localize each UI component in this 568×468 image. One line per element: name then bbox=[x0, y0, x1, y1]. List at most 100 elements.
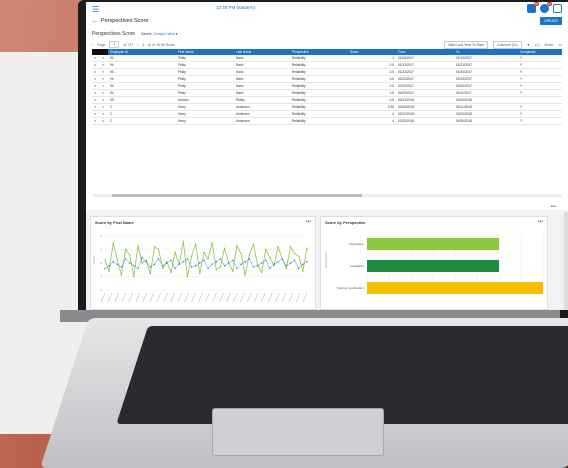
data-point bbox=[203, 259, 205, 261]
data-point bbox=[112, 260, 114, 263]
data-point bbox=[157, 258, 160, 260]
table-cell: 0.5 bbox=[348, 68, 396, 76]
delete-icon[interactable]: ✕ bbox=[92, 117, 100, 125]
logout-icon[interactable] bbox=[553, 4, 562, 13]
edit-icon[interactable]: ✎ bbox=[100, 96, 108, 104]
data-point bbox=[265, 248, 267, 251]
data-point bbox=[232, 270, 234, 272]
table-cell: 03/12/2018 bbox=[396, 110, 454, 118]
table-cell: 4 bbox=[348, 110, 396, 118]
data-point bbox=[129, 254, 131, 256]
messages-icon[interactable]: 10 bbox=[540, 2, 552, 13]
x-tick-label bbox=[233, 292, 238, 303]
data-point bbox=[112, 242, 114, 244]
edit-icon[interactable]: ✎ bbox=[100, 103, 108, 111]
data-point bbox=[182, 240, 185, 243]
table-row[interactable]: ✕ ✎ 94 Philip Nash Reliability 0.5 01/13/2017 01… bbox=[92, 61, 562, 69]
hamburger-menu-icon[interactable]: ☰ bbox=[92, 5, 99, 14]
delete-icon[interactable]: ✕ bbox=[92, 110, 100, 118]
date-filter-chip[interactable]: Start Last Year To Date bbox=[444, 40, 489, 49]
table-cell: 03/25/2018 bbox=[396, 103, 454, 111]
edit-icon[interactable]: ✎ bbox=[100, 117, 108, 125]
table-cell: 01/23/2017 bbox=[396, 68, 454, 76]
table-cell: Y bbox=[518, 75, 562, 83]
mode-label[interactable]: Mode bbox=[545, 43, 554, 47]
bar bbox=[367, 260, 499, 272]
delete-icon[interactable]: ✕ bbox=[92, 68, 100, 76]
table-cell: Harry bbox=[176, 110, 234, 118]
saved-view[interactable]: Saved: Christy's View ▾ bbox=[141, 32, 177, 36]
table-cell: 02/12/2017 bbox=[396, 75, 454, 83]
delete-icon[interactable]: ✕ bbox=[92, 61, 100, 69]
data-point bbox=[236, 267, 238, 270]
page-input[interactable]: 1 bbox=[109, 41, 120, 48]
scrollbar-thumb[interactable] bbox=[112, 194, 362, 197]
data-point bbox=[223, 265, 226, 267]
delete-icon[interactable]: ✕ bbox=[92, 103, 100, 111]
data-point bbox=[129, 262, 131, 264]
view-header: Perspectives Score Saved: Christy's View… bbox=[86, 28, 568, 40]
table-row[interactable]: ✕ ✎ 94 Philip Nash Reliability 0.5 02/20/2017 02… bbox=[92, 82, 562, 90]
right-chart-more-icon[interactable]: ••• bbox=[538, 219, 543, 225]
next-page-icon[interactable]: › bbox=[137, 43, 138, 47]
table-row[interactable]: ✕ ✎ 2 Harry Anderson Reliability 4 03/25/2018 04… bbox=[92, 117, 562, 125]
data-point bbox=[211, 242, 213, 244]
prev-page-icon[interactable]: ‹ bbox=[92, 43, 93, 47]
data-point bbox=[182, 260, 185, 263]
edit-icon[interactable]: ✎ bbox=[100, 110, 108, 118]
notifications-icon[interactable]: 99 bbox=[527, 2, 539, 13]
edit-icon[interactable]: ✎ bbox=[100, 89, 108, 97]
saved-view-value[interactable]: Christy's View bbox=[153, 32, 175, 36]
data-table: Employee ID First Name Last Name Perspectiv… bbox=[92, 49, 562, 125]
x-tick-label bbox=[114, 292, 120, 303]
x-tick-label bbox=[107, 292, 113, 303]
x-tick-label bbox=[295, 292, 301, 303]
table-cell: Nash bbox=[234, 68, 290, 76]
edit-icon[interactable]: ✎ bbox=[100, 75, 108, 83]
table-cell: 04/11/2017 bbox=[454, 89, 518, 97]
data-point bbox=[190, 266, 193, 268]
back-arrow-icon[interactable]: ← bbox=[92, 18, 98, 24]
table-cell: 94 bbox=[108, 75, 176, 83]
table-cell: Y bbox=[518, 110, 562, 118]
horizontal-scrollbar[interactable] bbox=[92, 194, 562, 197]
table-row[interactable]: ✕ ✎ 2 Harry Anderson Reliability 3.95 03/25/201… bbox=[92, 103, 562, 111]
data-point bbox=[236, 244, 238, 247]
edit-icon[interactable]: ✎ bbox=[100, 68, 108, 76]
page-label: Page bbox=[97, 42, 106, 47]
table-row[interactable]: ✕ ✎ 39 Ammon Ridley Reliability 0.5 04/23/2018 0… bbox=[92, 96, 562, 104]
columns-chip[interactable]: Columns (11) bbox=[493, 40, 522, 49]
data-point bbox=[293, 252, 296, 255]
data-point bbox=[215, 260, 218, 263]
delete-icon[interactable]: ✕ bbox=[92, 75, 100, 83]
delete-icon[interactable]: ✕ bbox=[92, 82, 100, 90]
edit-icon[interactable]: ✎ bbox=[100, 82, 108, 90]
left-chart-more-icon[interactable]: ••• bbox=[306, 219, 311, 225]
x-tick-label bbox=[267, 292, 273, 303]
data-point bbox=[293, 259, 296, 261]
touchpad bbox=[212, 408, 384, 456]
chart-panel-right: Score by Perspective ••• Perspective Repu… bbox=[320, 216, 548, 310]
delete-icon[interactable]: ✕ bbox=[92, 89, 100, 97]
table-row[interactable]: ✕ ✎ 94 Philip Nash Reliability 0.5 04/09/2017 04… bbox=[92, 89, 562, 97]
notification-badge: 99 bbox=[533, 2, 539, 6]
create-button[interactable]: CREATE bbox=[540, 17, 562, 25]
x-tick-label bbox=[100, 292, 106, 303]
delete-icon[interactable]: ✕ bbox=[92, 96, 100, 104]
data-point bbox=[248, 258, 250, 260]
data-point bbox=[302, 263, 304, 266]
filter-icon[interactable]: ▼ bbox=[527, 43, 530, 47]
data-point bbox=[149, 266, 152, 268]
data-point bbox=[248, 254, 250, 256]
table-row[interactable]: ✕ ✎ 94 Philip Nash Reliability 0.5 01/23/2017 01… bbox=[92, 68, 562, 76]
data-point bbox=[260, 262, 263, 264]
table-row[interactable]: ✕ ✎ 2 Harry Anderson Reliability 4 03/12/2018 03… bbox=[92, 110, 562, 118]
table-cell: 02/04/2017 bbox=[454, 82, 518, 90]
table-cell: 01/30/2017 bbox=[454, 68, 518, 76]
x-tick-label bbox=[156, 292, 161, 303]
more-icon[interactable]: ••• bbox=[558, 43, 562, 47]
vertical-scrollbar[interactable] bbox=[564, 212, 568, 310]
data-point bbox=[133, 275, 135, 278]
edit-icon[interactable]: ✎ bbox=[100, 61, 108, 69]
table-row[interactable]: ✕ ✎ 94 Philip Nash Reliability 0.5 02/12/2017 02… bbox=[92, 75, 562, 83]
